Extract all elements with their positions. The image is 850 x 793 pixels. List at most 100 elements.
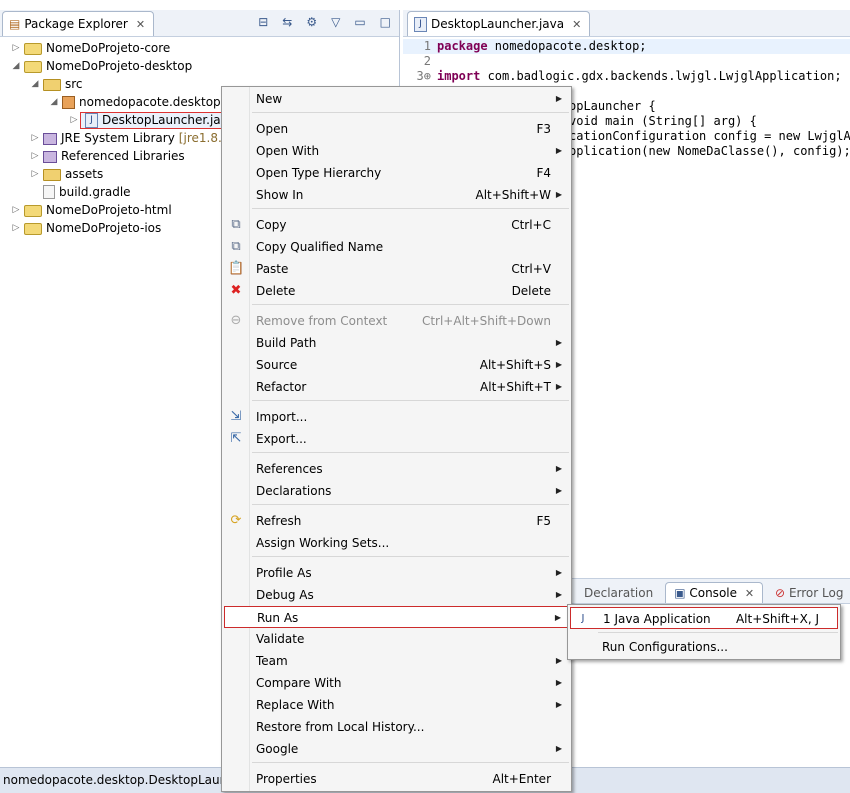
close-icon[interactable]: ✕ [136, 18, 145, 31]
expand-icon[interactable]: ▷ [10, 43, 22, 53]
import-icon: ⇲ [230, 409, 242, 424]
menu-item-show-in[interactable]: Show In Alt+Shift+W ▶ [224, 184, 569, 206]
tree-item-label: assets [65, 167, 104, 181]
expand-icon[interactable]: ▷ [29, 151, 41, 161]
menu-item-debug-as[interactable]: Debug As ▶ [224, 584, 569, 606]
menu-item-restore-from-local-history[interactable]: Restore from Local History... [224, 716, 569, 738]
menu-item-refresh[interactable]: ⟳ Refresh F5 [224, 510, 569, 532]
menu-item-shortcut: Ctrl+Alt+Shift+Down [421, 314, 551, 328]
collapse-icon[interactable]: ◢ [48, 97, 60, 107]
collapse-icon[interactable]: ◢ [29, 79, 41, 89]
submenu-arrow-icon: ▶ [555, 382, 562, 391]
menu-item-label: Refactor [256, 380, 307, 394]
selected-file-highlight[interactable]: J DesktopLauncher.java [80, 111, 239, 129]
menu-item-label: New [256, 92, 283, 106]
menu-item-label: Assign Working Sets... [256, 536, 390, 550]
menu-item-export[interactable]: ⇱ Export... [224, 428, 569, 450]
menu-item-label: Compare With [256, 676, 342, 690]
link-with-editor-icon[interactable]: ⇆ [282, 15, 292, 29]
expand-icon[interactable]: ▷ [10, 205, 22, 215]
menu-item-delete[interactable]: ✖ Delete Delete [224, 280, 569, 302]
menu-item-properties[interactable]: Properties Alt+Enter [224, 768, 569, 790]
tree-item-label: nomedopacote.desktop [79, 95, 221, 109]
package-icon [62, 95, 75, 109]
filters-icon[interactable]: ⚙ [306, 15, 317, 29]
project-folder-icon [24, 43, 42, 55]
menu-item-copy-qualified-name[interactable]: ⧉ Copy Qualified Name [224, 236, 569, 258]
menu-item-new[interactable]: New ▶ [224, 88, 569, 110]
menu-item-java-application[interactable]: J 1 Java Application Alt+Shift+X, J [570, 607, 838, 629]
expand-icon[interactable]: ▷ [68, 115, 80, 125]
menu-item-compare-with[interactable]: Compare With ▶ [224, 672, 569, 694]
tab-console-label: Console [689, 586, 737, 600]
tree-item-label: build.gradle [59, 185, 131, 199]
java-app-icon: J [581, 613, 585, 624]
tree-item-desktop-launcher[interactable]: ▷ J DesktopLauncher.java [68, 111, 239, 129]
menu-item-open-type-hierarchy[interactable]: Open Type Hierarchy F4 [224, 162, 569, 184]
menu-item-profile-as[interactable]: Profile As ▶ [224, 562, 569, 584]
menu-item-run-configurations[interactable]: Run Configurations... [570, 636, 838, 658]
project-folder-icon [24, 223, 42, 235]
menu-item-shortcut: Alt+Shift+S [479, 358, 551, 372]
library-icon [43, 133, 57, 145]
menu-item-shortcut: F5 [536, 514, 551, 528]
tree-item-referenced-libraries[interactable]: ▷ Referenced Libraries [29, 147, 185, 165]
menu-separator [252, 304, 569, 305]
collapse-all-icon[interactable]: ⊟ [258, 15, 268, 29]
menu-item-import[interactable]: ⇲ Import... [224, 406, 569, 428]
menu-item-references[interactable]: References ▶ [224, 458, 569, 480]
menu-item-open-with[interactable]: Open With ▶ [224, 140, 569, 162]
menu-item-label: Import... [256, 410, 308, 424]
menu-item-label: Replace With [256, 698, 335, 712]
menu-item-declarations[interactable]: Declarations ▶ [224, 480, 569, 502]
menu-item-label: Team [256, 654, 288, 668]
project-folder-icon [24, 205, 42, 217]
menu-item-team[interactable]: Team ▶ [224, 650, 569, 672]
tree-item-package[interactable]: ◢ nomedopacote.desktop [48, 93, 221, 111]
tab-console[interactable]: ▣ Console ✕ [665, 582, 764, 603]
code-line: void main (String[] arg) { [569, 114, 757, 129]
view-menu-icon[interactable]: ▽ [331, 15, 340, 29]
maximize-icon[interactable]: □ [380, 15, 391, 29]
close-icon[interactable]: ✕ [745, 587, 754, 600]
close-icon[interactable]: ✕ [572, 18, 581, 31]
tree-item-assets[interactable]: ▷ assets [29, 165, 103, 183]
submenu-arrow-icon: ▶ [555, 146, 562, 155]
menu-item-copy[interactable]: ⧉ Copy Ctrl+C [224, 214, 569, 236]
expand-icon[interactable]: ▷ [29, 133, 41, 143]
java-file-icon: J [414, 16, 427, 32]
menu-item-replace-with[interactable]: Replace With ▶ [224, 694, 569, 716]
menu-item-refactor[interactable]: Refactor Alt+Shift+T ▶ [224, 376, 569, 398]
submenu-arrow-icon: ▶ [555, 744, 562, 753]
menu-item-remove-from-context: ⊖ Remove from Context Ctrl+Alt+Shift+Down [224, 310, 569, 332]
tree-item-desktop[interactable]: ◢ NomeDoProjeto-desktop [10, 57, 192, 75]
minimize-icon[interactable]: ▭ [354, 15, 365, 29]
menu-item-assign-working-sets[interactable]: Assign Working Sets... [224, 532, 569, 554]
menu-item-run-as[interactable]: Run As ▶ [224, 606, 569, 628]
menu-item-paste[interactable]: 📋 Paste Ctrl+V [224, 258, 569, 280]
menu-item-label: Run As [257, 611, 299, 625]
tree-item-ios[interactable]: ▷ NomeDoProjeto-ios [10, 219, 161, 237]
expand-icon[interactable]: ▷ [29, 169, 41, 179]
menu-separator [252, 112, 569, 113]
menu-item-open[interactable]: Open F3 [224, 118, 569, 140]
tree-item-build-gradle[interactable]: build.gradle [29, 183, 131, 201]
menu-item-build-path[interactable]: Build Path ▶ [224, 332, 569, 354]
menu-item-source[interactable]: Source Alt+Shift+S ▶ [224, 354, 569, 376]
expand-icon[interactable]: ▷ [10, 223, 22, 233]
menu-item-label: Validate [256, 632, 305, 646]
tree-item-label: JRE System Library [61, 131, 175, 145]
tree-item-html[interactable]: ▷ NomeDoProjeto-html [10, 201, 172, 219]
tab-declaration[interactable]: Declaration [576, 583, 661, 603]
menu-item-validate[interactable]: Validate [224, 628, 569, 650]
tree-item-label: NomeDoProjeto-desktop [46, 59, 193, 73]
tab-error-log[interactable]: ⊘ Error Log [767, 583, 850, 603]
menu-item-google[interactable]: Google ▶ [224, 738, 569, 760]
package-explorer-tab[interactable]: ▤ Package Explorer ✕ [2, 11, 155, 36]
tree-item-core[interactable]: ▷ NomeDoProjeto-core [10, 39, 170, 57]
editor-tab-desktop-launcher[interactable]: J DesktopLauncher.java ✕ [407, 11, 591, 36]
code-line: 1 package nomedopacote.desktop; [403, 39, 850, 54]
collapse-icon[interactable]: ◢ [10, 61, 22, 71]
copy-qualified-icon: ⧉ [231, 239, 241, 254]
tree-item-src[interactable]: ◢ src [29, 75, 83, 93]
